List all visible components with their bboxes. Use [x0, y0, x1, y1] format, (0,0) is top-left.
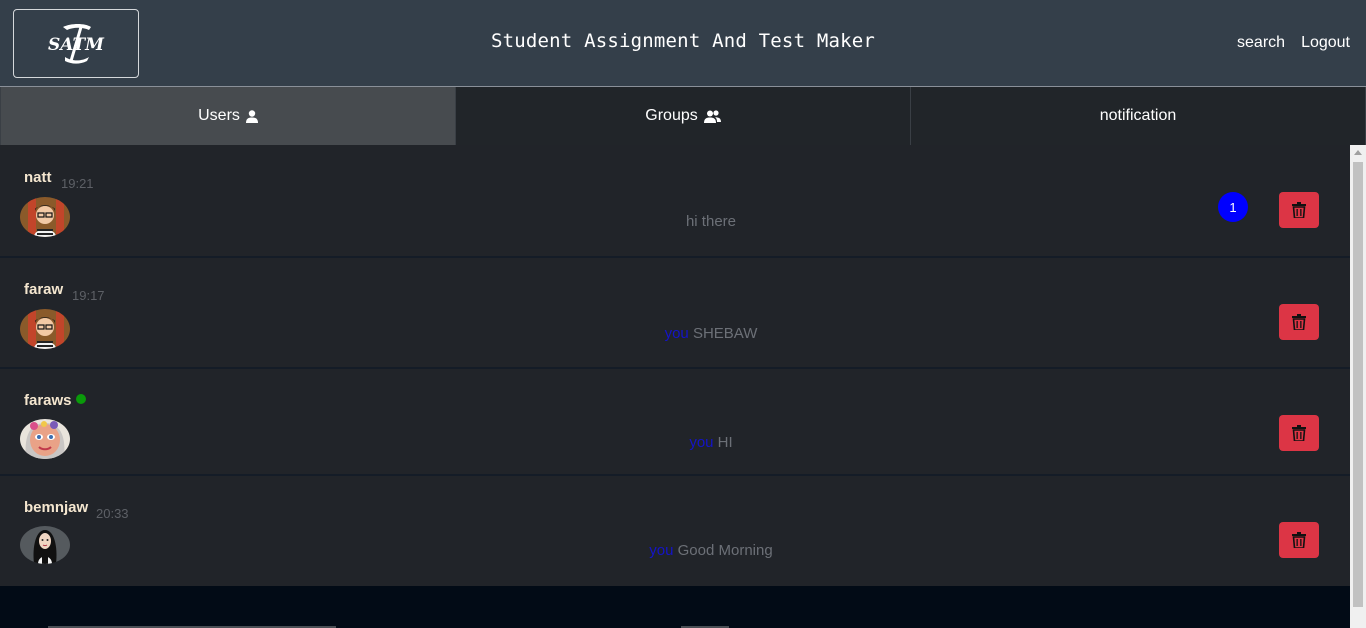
- message-time: 19:17: [72, 288, 105, 303]
- delete-button[interactable]: [1279, 415, 1319, 451]
- last-message: hi there: [0, 213, 1366, 230]
- user-conversation-list: natt 19:21 hi there 1 faraw 19:17 you SH…: [0, 145, 1350, 586]
- list-item[interactable]: bemnjaw 20:33 you Good Morning: [0, 476, 1350, 586]
- user-name: faraws: [24, 392, 72, 409]
- tab-notification-label: notification: [1099, 107, 1177, 124]
- message-time: 20:33: [96, 506, 129, 521]
- scroll-up-arrow-icon[interactable]: [1354, 150, 1362, 155]
- message-text: Good Morning: [677, 542, 773, 559]
- delete-button[interactable]: [1279, 304, 1319, 340]
- logout-link[interactable]: Logout: [1301, 34, 1350, 52]
- top-header: SATM Student Assignment And Test Maker s…: [0, 0, 1366, 87]
- message-text: HI: [717, 434, 733, 451]
- app-title: Student Assignment And Test Maker: [490, 30, 876, 52]
- you-prefix: you: [689, 434, 714, 451]
- trash-icon: [1292, 425, 1306, 441]
- trash-icon: [1292, 314, 1306, 330]
- tab-users[interactable]: Users: [1, 87, 456, 145]
- last-message: you SHEBAW: [0, 325, 1366, 342]
- tab-users-label: Users: [198, 107, 240, 124]
- trash-icon: [1292, 532, 1306, 548]
- list-item[interactable]: faraw 19:17 you SHEBAW: [0, 258, 1350, 369]
- search-link[interactable]: search: [1237, 34, 1285, 52]
- you-prefix: you: [664, 325, 689, 342]
- online-status-dot: [76, 394, 86, 404]
- unread-count-badge: 1: [1218, 192, 1248, 222]
- trash-icon: [1292, 202, 1306, 218]
- you-prefix: you: [649, 542, 674, 559]
- user-name: faraw: [24, 281, 64, 298]
- user-name: bemnjaw: [24, 499, 89, 516]
- user-icon: [245, 109, 258, 123]
- scroll-thumb[interactable]: [1353, 162, 1363, 607]
- message-time: 19:21: [61, 176, 94, 191]
- message-text: SHEBAW: [692, 325, 758, 342]
- last-message: you HI: [0, 434, 1366, 451]
- delete-button[interactable]: [1279, 192, 1319, 228]
- vertical-scrollbar[interactable]: [1350, 145, 1366, 628]
- tab-notification[interactable]: notification: [911, 87, 1366, 145]
- list-item[interactable]: faraws you HI: [0, 369, 1350, 476]
- list-item[interactable]: natt 19:21 hi there 1: [0, 145, 1350, 258]
- tab-groups[interactable]: Groups: [456, 87, 911, 145]
- tab-groups-label: Groups: [645, 107, 698, 124]
- delete-button[interactable]: [1279, 522, 1319, 558]
- header-nav: search Logout: [1237, 34, 1350, 52]
- last-message: you Good Morning: [0, 542, 1366, 559]
- user-name: natt: [24, 169, 52, 186]
- message-text: hi there: [685, 213, 737, 230]
- users-group-icon: [703, 109, 721, 123]
- tab-bar: Users Groups notification: [0, 87, 1366, 145]
